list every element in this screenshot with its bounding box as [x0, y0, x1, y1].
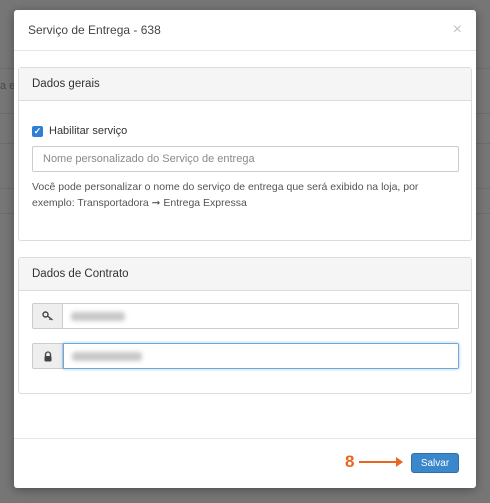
contract-user-group: [32, 303, 459, 329]
close-icon[interactable]: ×: [453, 22, 462, 38]
contract-user-input[interactable]: [63, 303, 459, 329]
save-button[interactable]: Salvar: [411, 453, 459, 473]
general-data-heading: Dados gerais: [19, 68, 471, 101]
annotation-arrow-icon: [359, 457, 404, 467]
modal-header: Serviço de Entrega - 638 ×: [14, 10, 476, 51]
key-icon: [32, 303, 63, 329]
delivery-service-modal: Serviço de Entrega - 638 × Dados gerais …: [14, 10, 476, 488]
modal-footer: 8 Salvar: [14, 438, 476, 488]
custom-name-help-text: Você pode personalizar o nome do serviço…: [32, 181, 419, 209]
contract-data-panel: Dados de Contrato: [18, 257, 472, 394]
enable-service-label: Habilitar serviço: [49, 125, 128, 137]
redacted-user-value: [71, 311, 125, 321]
custom-name-input[interactable]: Nome personalizado do Serviço de entrega: [32, 146, 459, 172]
lock-icon: [32, 343, 63, 369]
background-text-fragment: a e: [0, 80, 16, 92]
contract-data-heading: Dados de Contrato: [19, 258, 471, 291]
contract-password-input[interactable]: [63, 343, 459, 369]
contract-password-group: [32, 343, 459, 369]
step-annotation: 8: [345, 452, 404, 472]
redacted-password-value: [72, 351, 142, 361]
modal-title: Serviço de Entrega - 638: [28, 23, 161, 37]
enable-service-checkbox-row[interactable]: ✓ Habilitar serviço: [32, 125, 127, 137]
enable-service-checkbox[interactable]: ✓: [32, 125, 43, 137]
general-data-panel: Dados gerais ✓ Habilitar serviço Nome pe…: [18, 67, 472, 241]
annotation-number: 8: [345, 452, 355, 471]
